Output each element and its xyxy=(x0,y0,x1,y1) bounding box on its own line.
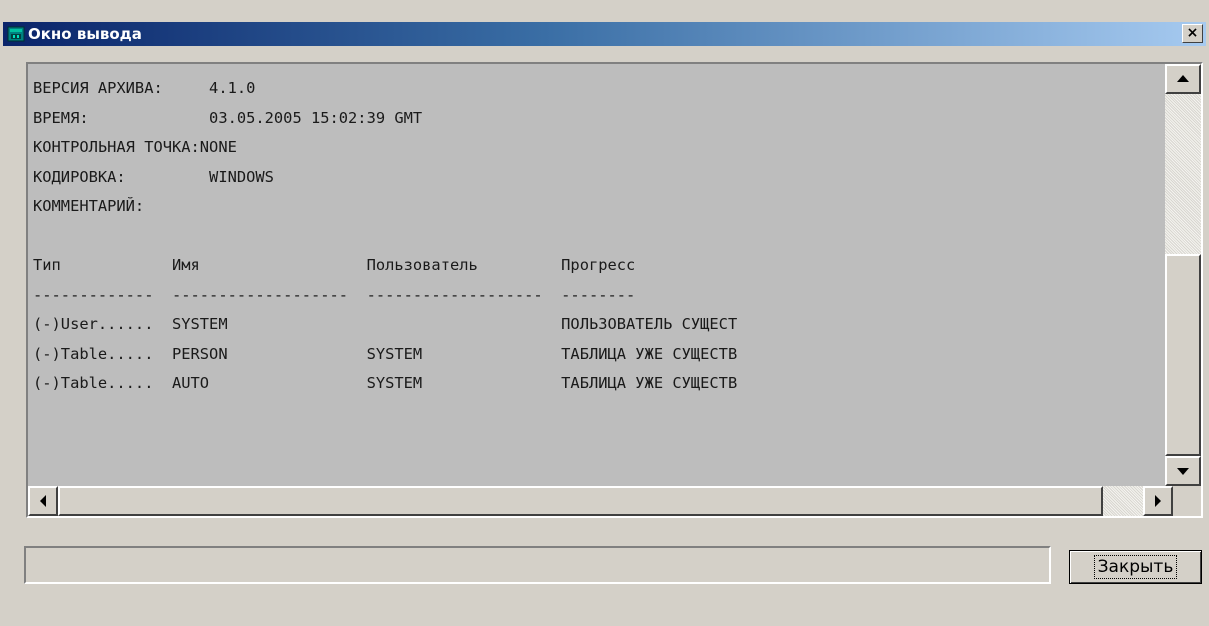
vertical-scrollbar[interactable] xyxy=(1165,64,1201,486)
output-log: ВЕРСИЯ АРХИВА: 4.1.0 ВРЕМЯ: 03.05.2005 1… xyxy=(33,79,738,392)
title-bar[interactable]: Окно вывода × xyxy=(3,22,1206,46)
window-title: Окно вывода xyxy=(28,25,142,43)
status-field xyxy=(24,546,1051,584)
close-button-label: Закрыть xyxy=(1093,555,1178,579)
vertical-scroll-thumb[interactable] xyxy=(1165,254,1201,456)
scroll-up-button[interactable] xyxy=(1165,64,1201,94)
arrow-up-icon xyxy=(1177,75,1189,82)
arrow-right-icon xyxy=(1155,495,1161,507)
horizontal-scrollbar[interactable] xyxy=(28,486,1173,516)
scroll-down-button[interactable] xyxy=(1165,456,1201,486)
scroll-left-button[interactable] xyxy=(28,486,58,516)
horizontal-scroll-thumb[interactable] xyxy=(58,486,1103,516)
scroll-right-button[interactable] xyxy=(1143,486,1173,516)
output-window-icon xyxy=(7,26,25,42)
output-text-area[interactable]: ВЕРСИЯ АРХИВА: 4.1.0 ВРЕМЯ: 03.05.2005 1… xyxy=(28,64,1165,486)
output-window: Окно вывода × ВЕРСИЯ АРХИВА: 4.1.0 ВРЕМЯ… xyxy=(0,0,1209,626)
scrollbar-corner xyxy=(1173,486,1201,516)
arrow-down-icon xyxy=(1177,468,1189,475)
close-icon[interactable]: × xyxy=(1182,24,1203,43)
close-button[interactable]: Закрыть xyxy=(1069,550,1202,584)
arrow-left-icon xyxy=(40,495,46,507)
